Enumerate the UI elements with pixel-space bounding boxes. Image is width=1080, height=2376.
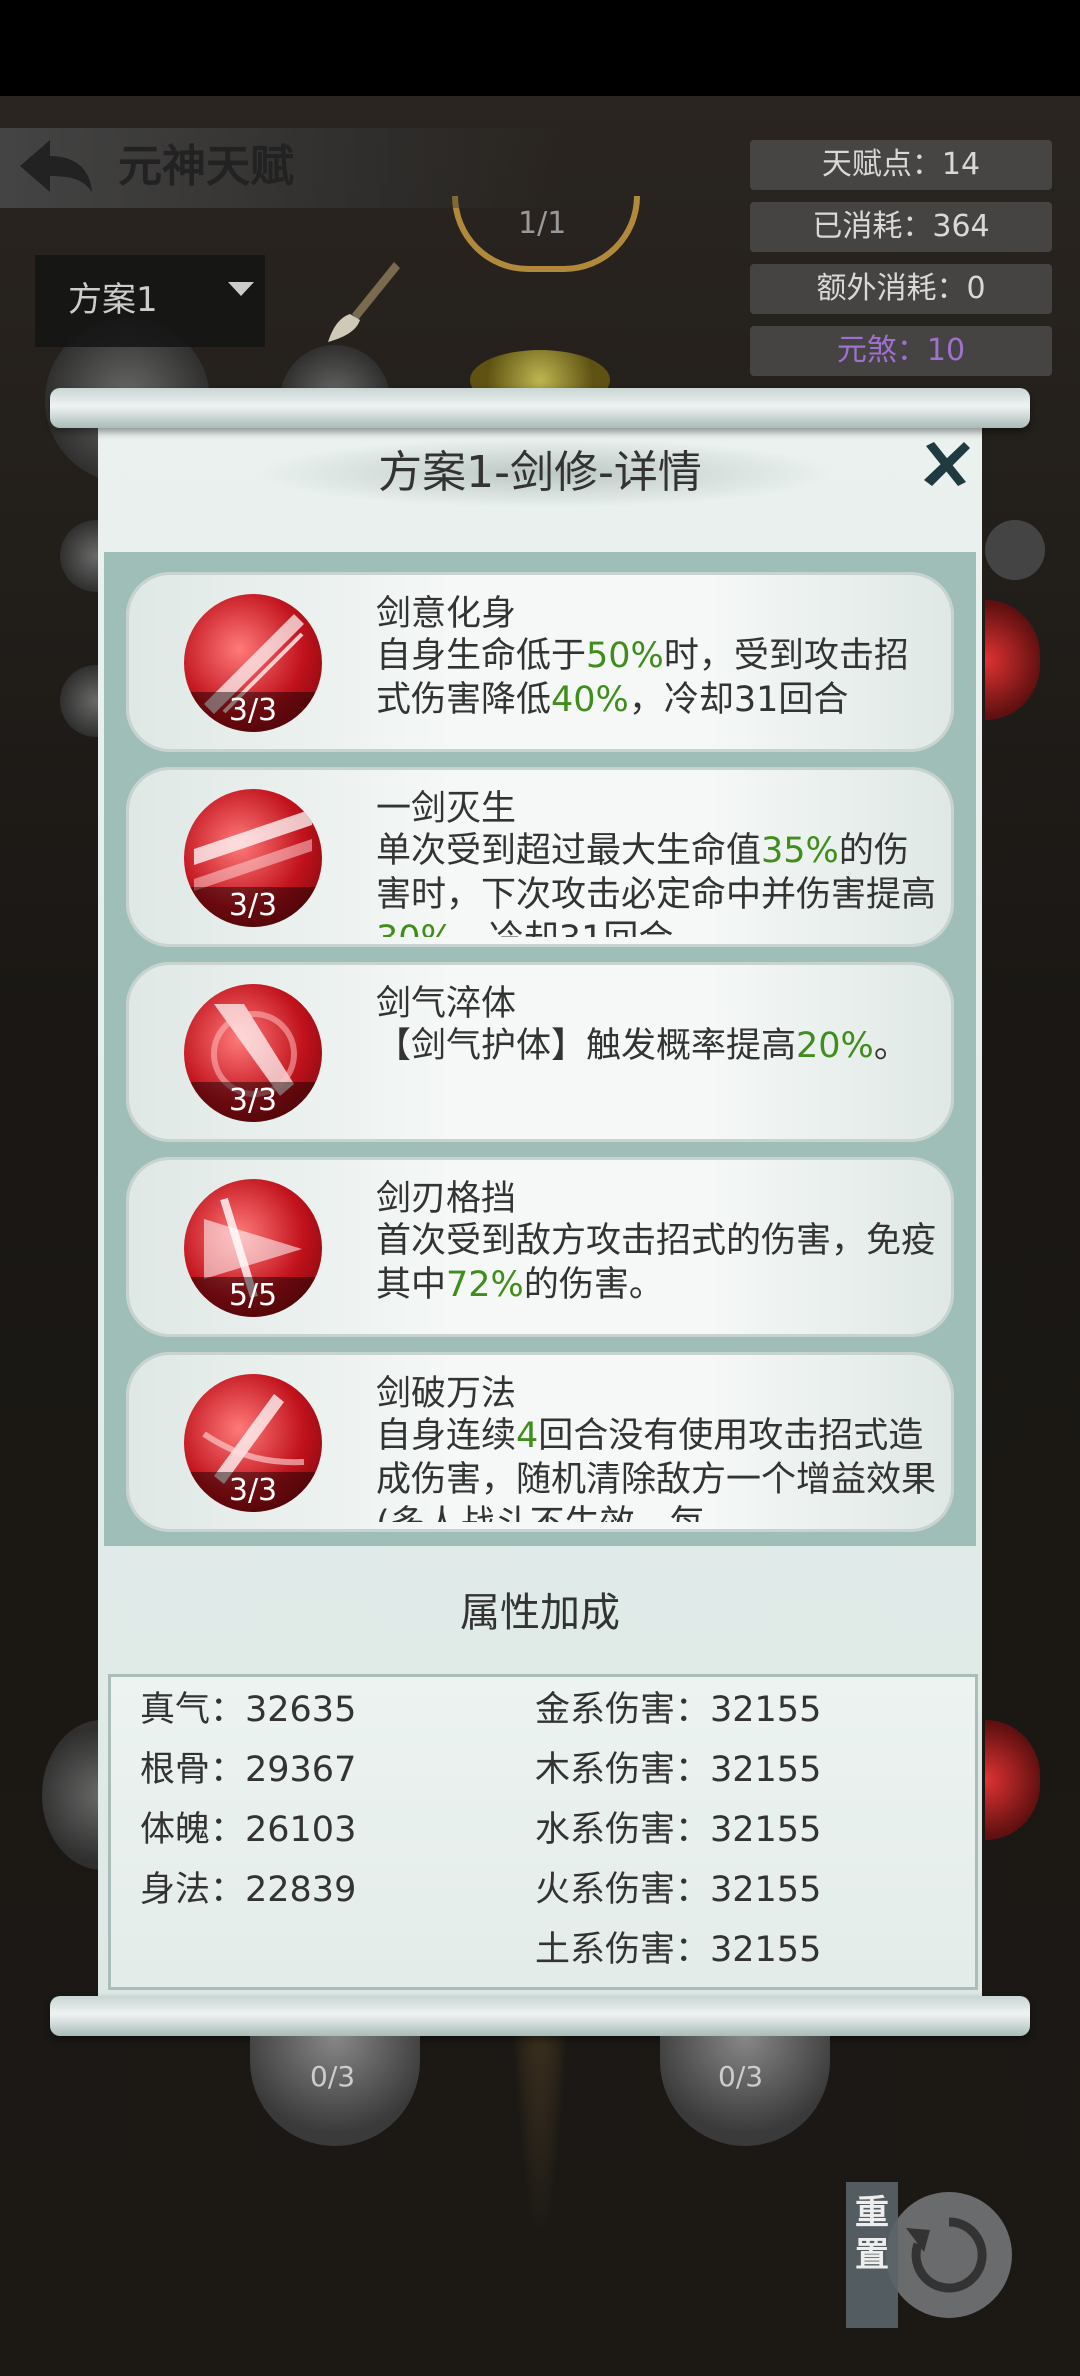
talent-item[interactable]: 3/3 剑气淬体 【剑气护体】触发概率提高20%。 bbox=[126, 962, 954, 1142]
talent-level: 5/5 bbox=[184, 1277, 322, 1317]
talent-node-level: 0/3 bbox=[718, 2060, 764, 2093]
attribute-value: 水系伤害：32155 bbox=[535, 1810, 822, 1850]
attribute-value: 木系伤害：32155 bbox=[535, 1750, 822, 1790]
talent-list[interactable]: 3/3 剑意化身 自身生命低于50%时，受到攻击招式伤害降低40%，冷却31回合… bbox=[104, 552, 976, 1546]
talent-item[interactable]: 3/3 一剑灭生 单次受到超过最大生命值35%的伤害时，下次攻击必定命中并伤害提… bbox=[126, 767, 954, 947]
blade-parry-icon: 5/5 bbox=[184, 1179, 322, 1317]
talent-level: 3/3 bbox=[184, 1472, 322, 1512]
popup-title: 方案1-剑修-详情 bbox=[378, 447, 702, 498]
talent-node-bg[interactable] bbox=[985, 520, 1045, 580]
refresh-icon bbox=[906, 2217, 987, 2293]
reset-button[interactable] bbox=[886, 2192, 1012, 2318]
talent-name: 剑刃格挡 bbox=[376, 1179, 517, 1219]
talent-item[interactable]: 3/3 剑破万法 自身连续4回合没有使用攻击招式造成伤害，随机清除敌方一个增益效… bbox=[126, 1352, 954, 1532]
talent-description: 单次受到超过最大生命值35%的伤害时，下次攻击必定命中并伤害提高30%，冷却31… bbox=[376, 831, 936, 937]
talent-item[interactable]: 3/3 剑意化身 自身生命低于50%时，受到攻击招式伤害降低40%，冷却31回合 bbox=[126, 572, 954, 752]
attribute-value: 金系伤害：32155 bbox=[535, 1690, 822, 1730]
talent-description: 首次受到敌方攻击招式的伤害，免疫其中72%的伤害。 bbox=[376, 1221, 936, 1305]
back-button[interactable] bbox=[10, 128, 100, 208]
talent-item[interactable]: 5/5 剑刃格挡 首次受到敌方攻击招式的伤害，免疫其中72%的伤害。 bbox=[126, 1157, 954, 1337]
chevron-down-icon bbox=[228, 282, 254, 296]
reset-label[interactable]: 重置 bbox=[846, 2182, 898, 2328]
scroll-rod-bottom bbox=[50, 1996, 1030, 2036]
attribute-value: 土系伤害：32155 bbox=[535, 1930, 822, 1970]
talent-description: 自身生命低于50%时，受到攻击招式伤害降低40%，冷却31回合 bbox=[376, 636, 909, 720]
stat-extra-consumed: 额外消耗：0 bbox=[750, 264, 1052, 314]
attribute-value: 火系伤害：32155 bbox=[535, 1870, 822, 1910]
talent-name: 一剑灭生 bbox=[376, 789, 517, 829]
attribute-value: 身法：22839 bbox=[140, 1870, 357, 1910]
back-arrow-icon bbox=[20, 140, 92, 192]
scroll-rod-top bbox=[50, 388, 1030, 428]
talent-description: 自身连续4回合没有使用攻击招式造成伤害，随机清除敌方一个增益效果(多人战斗不生效… bbox=[376, 1416, 936, 1522]
talent-name: 剑意化身 bbox=[376, 594, 517, 634]
talent-node-level: 0/3 bbox=[310, 2060, 356, 2093]
talent-level: 3/3 bbox=[184, 1082, 322, 1122]
talent-level: 3/3 bbox=[184, 692, 322, 732]
close-icon[interactable] bbox=[920, 438, 972, 490]
talent-description: 【剑气护体】触发概率提高20%。 bbox=[376, 1026, 909, 1066]
plan-selector-label: 方案1 bbox=[68, 280, 158, 320]
stat-talent-points: 天赋点：14 bbox=[750, 140, 1052, 190]
status-bar bbox=[0, 0, 1080, 96]
talent-name: 剑气淬体 bbox=[376, 984, 517, 1024]
page-indicator: 1/1 bbox=[518, 206, 567, 241]
attribute-value: 真气：32635 bbox=[140, 1690, 357, 1730]
talent-level: 3/3 bbox=[184, 887, 322, 927]
page-title: 元神天赋 bbox=[118, 141, 294, 192]
attributes-title: 属性加成 bbox=[460, 1590, 620, 1636]
sword-talent-icon: 3/3 bbox=[184, 594, 322, 732]
stat-yuan-sha: 元煞：10 bbox=[750, 326, 1052, 376]
brush-icon[interactable] bbox=[322, 256, 402, 346]
sword-break-icon: 3/3 bbox=[184, 1374, 322, 1512]
talent-name: 剑破万法 bbox=[376, 1374, 517, 1414]
attribute-value: 根骨：29367 bbox=[140, 1750, 357, 1790]
attribute-value: 体魄：26103 bbox=[140, 1810, 357, 1850]
stat-consumed: 已消耗：364 bbox=[750, 202, 1052, 252]
sword-slash-icon: 3/3 bbox=[184, 789, 322, 927]
sword-aura-icon: 3/3 bbox=[184, 984, 322, 1122]
